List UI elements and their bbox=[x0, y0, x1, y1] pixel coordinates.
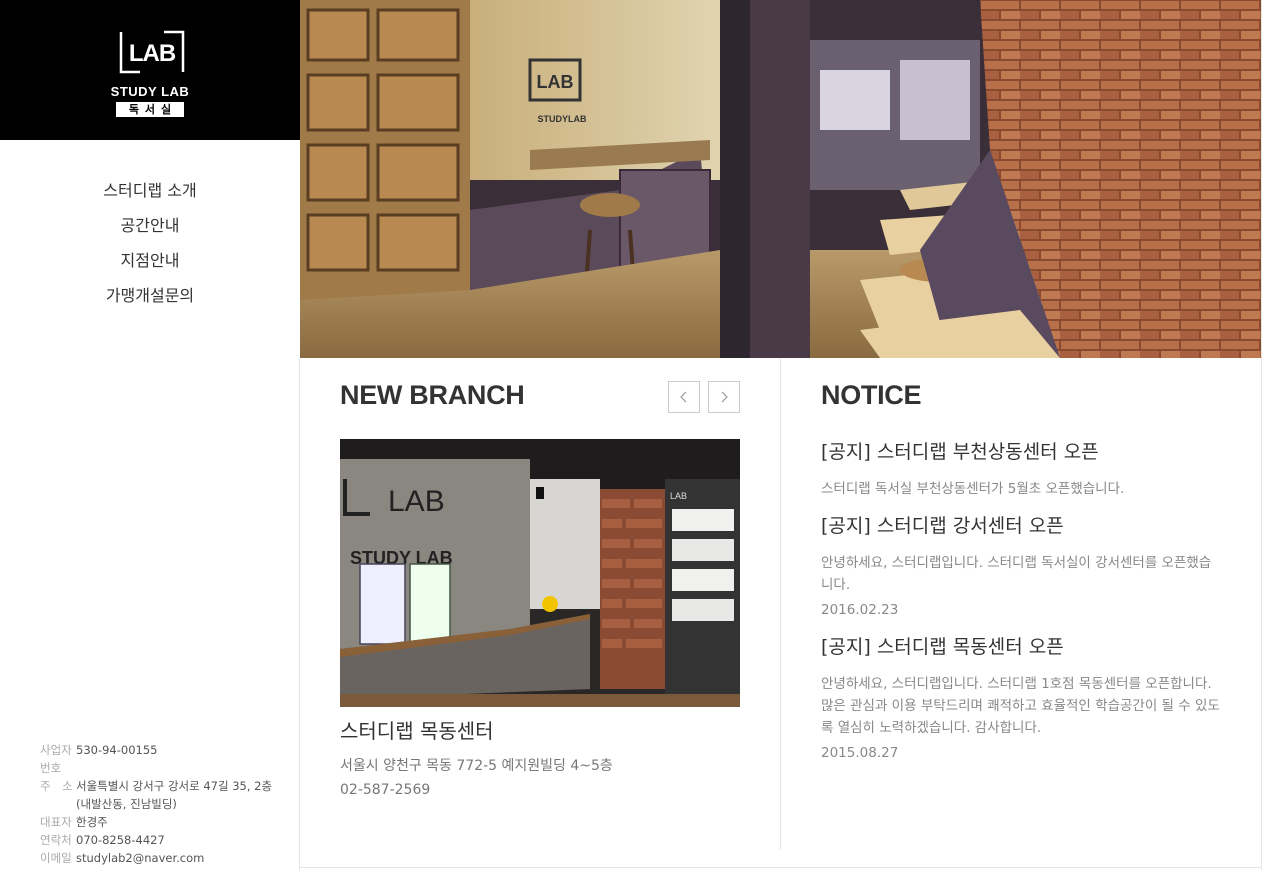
menu-item-branches[interactable]: 지점안내 bbox=[0, 248, 300, 283]
divider bbox=[299, 358, 300, 870]
notice-item-title[interactable]: [공지] 스터디랩 목동센터 오픈 bbox=[821, 633, 1221, 661]
svg-text:LAB: LAB bbox=[670, 491, 687, 501]
notice-section: NOTICE [공지] 스터디랩 부천상동센터 오픈 스터디랩 독서실 부천상동… bbox=[821, 378, 1221, 761]
branch-name[interactable]: 스터디랩 목동센터 bbox=[340, 715, 494, 744]
notice-item-date: 2016.02.23 bbox=[821, 602, 899, 618]
notice-title: NOTICE bbox=[821, 380, 922, 410]
branch-image[interactable]: LAB STUDY LAB LAB bbox=[340, 439, 740, 707]
menu-item-franchise[interactable]: 가맹개설문의 bbox=[0, 283, 300, 318]
info-key: 대표자 bbox=[40, 815, 72, 829]
branch-phone: 02-587-2569 bbox=[340, 782, 431, 798]
info-value: (내발산동, 진남빌딩) bbox=[76, 797, 177, 811]
divider bbox=[780, 358, 781, 850]
info-value: 한경주 bbox=[76, 815, 108, 829]
lab-logo-mark: LAB bbox=[119, 30, 185, 74]
brand-name: STUDY LAB bbox=[110, 84, 190, 99]
logo[interactable]: LAB STUDY LAB 독서실 bbox=[0, 0, 300, 140]
notice-item: [공지] 스터디랩 목동센터 오픈 안녕하세요, 스터디랩입니다. 스터디랩 1… bbox=[821, 633, 1221, 764]
info-value: 070-8258-4427 bbox=[76, 833, 165, 847]
info-key: 사업자번호 bbox=[40, 743, 72, 775]
divider bbox=[1261, 0, 1262, 870]
brand-subtitle: 독서실 bbox=[116, 102, 184, 117]
notice-item-title[interactable]: [공지] 스터디랩 부천상동센터 오픈 bbox=[821, 438, 1221, 466]
notice-item-body: 안녕하세요, 스터디랩입니다. 스터디랩 1호점 목동센터를 오픈합니다. 많은… bbox=[821, 676, 1220, 736]
branch-address: 서울시 양천구 목동 772-5 예지원빌딩 4~5층 bbox=[340, 758, 613, 774]
notice-item: [공지] 스터디랩 부천상동센터 오픈 스터디랩 독서실 부천상동센터가 5월초… bbox=[821, 438, 1221, 500]
prev-button[interactable] bbox=[668, 381, 700, 413]
notice-item-title[interactable]: [공지] 스터디랩 강서센터 오픈 bbox=[821, 512, 1221, 540]
svg-text:STUDYLAB: STUDYLAB bbox=[538, 114, 587, 124]
info-value: 서울특별시 강서구 강서로 47길 35, 2층 bbox=[76, 779, 273, 793]
chevron-right-icon bbox=[721, 391, 728, 403]
info-row: 연락처 070-8258-4427 bbox=[40, 831, 272, 849]
info-row: 사업자번호 530-94-00155 bbox=[40, 741, 272, 777]
info-row: 이메일 studylab2@naver.com bbox=[40, 849, 272, 867]
notice-item: [공지] 스터디랩 강서센터 오픈 안녕하세요, 스터디랩입니다. 스터디랩 독… bbox=[821, 512, 1221, 621]
notice-item-body: 스터디랩 독서실 부천상동센터가 5월초 오픈했습니다. bbox=[821, 481, 1125, 497]
chevron-left-icon bbox=[680, 391, 687, 403]
new-branch-section: NEW BRANCH LAB STUDY LAB LAB 스터디랩 목동센터 서… bbox=[340, 378, 740, 798]
info-key: 이메일 bbox=[40, 851, 72, 865]
company-info: 사업자번호 530-94-00155 주 소 서울특별시 강서구 강서로 47길 3… bbox=[40, 741, 272, 867]
info-key: 주 소 bbox=[40, 779, 73, 793]
main-menu: 스터디랩 소개 공간안내 지점안내 가맹개설문의 bbox=[0, 178, 300, 318]
info-value: 530-94-00155 bbox=[76, 743, 158, 757]
info-value: studylab2@naver.com bbox=[76, 851, 205, 865]
next-button[interactable] bbox=[708, 381, 740, 413]
divider bbox=[300, 867, 1262, 868]
info-row: (내발산동, 진남빌딩) bbox=[40, 795, 272, 813]
svg-text:LAB: LAB bbox=[537, 72, 574, 92]
info-key bbox=[40, 795, 76, 813]
info-key: 연락처 bbox=[40, 833, 72, 847]
menu-item-about[interactable]: 스터디랩 소개 bbox=[0, 178, 300, 213]
sidebar: LAB STUDY LAB 독서실 스터디랩 소개 공간안내 지점안내 가맹개설… bbox=[0, 0, 300, 870]
svg-text:LAB: LAB bbox=[129, 40, 176, 67]
svg-text:LAB: LAB bbox=[388, 485, 445, 518]
notice-list: [공지] 스터디랩 부천상동센터 오픈 스터디랩 독서실 부천상동센터가 5월초… bbox=[821, 438, 1221, 770]
info-row: 주 소 서울특별시 강서구 강서로 47길 35, 2층 bbox=[40, 777, 272, 795]
notice-item-date: 2015.08.27 bbox=[821, 745, 899, 761]
hero-image: LAB STUDYLAB bbox=[300, 0, 1262, 358]
notice-item-body: 안녕하세요, 스터디랩입니다. 스터디랩 독서실이 강서센터를 오픈했습니다. bbox=[821, 555, 1212, 593]
menu-item-space[interactable]: 공간안내 bbox=[0, 213, 300, 248]
info-row: 대표자 한경주 bbox=[40, 813, 272, 831]
